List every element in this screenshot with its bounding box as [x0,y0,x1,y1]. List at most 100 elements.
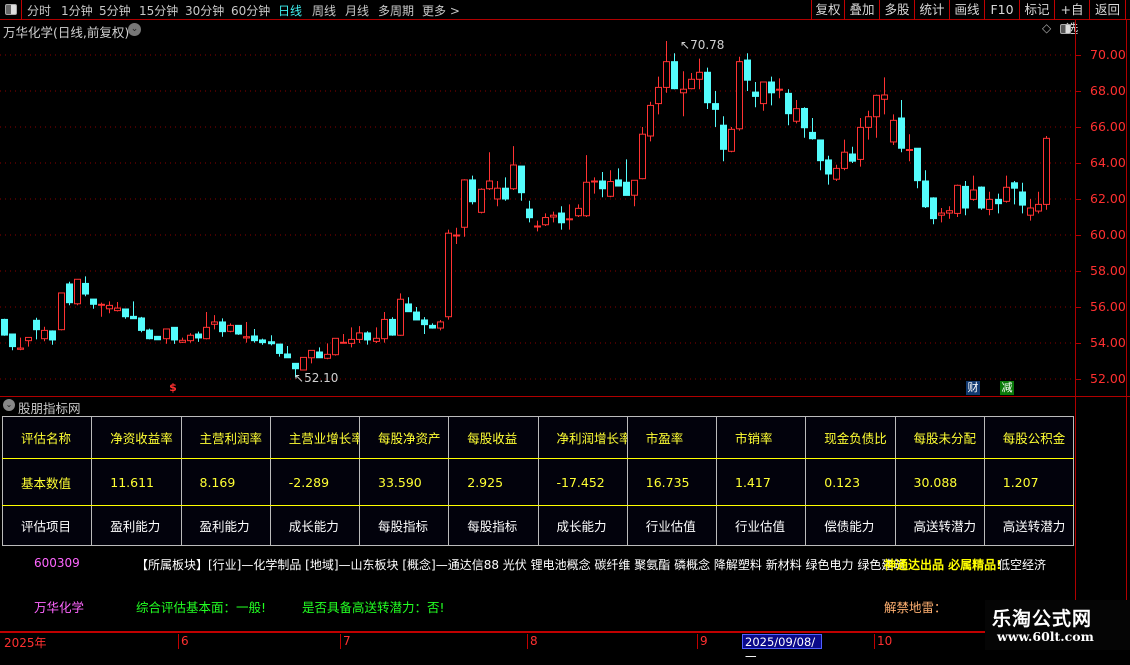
candle[interactable] [300,356,307,371]
candle[interactable] [33,317,40,340]
candle[interactable] [631,179,638,207]
candle[interactable] [486,152,493,190]
candle[interactable] [453,227,460,244]
period-tab-daily[interactable]: 日线 [278,2,302,19]
candle[interactable] [857,118,864,167]
candle[interactable] [550,211,557,223]
candle[interactable] [138,316,145,333]
overlay-button[interactable]: 叠加 [844,0,879,20]
candle[interactable] [639,127,646,180]
candle[interactable] [381,312,388,343]
candle[interactable] [881,77,888,115]
chevron-down-icon[interactable]: ⌄ [3,399,15,411]
candle[interactable] [922,170,929,208]
candle[interactable] [583,155,590,217]
candle[interactable] [696,58,703,90]
candle[interactable] [704,67,711,109]
candle[interactable] [373,327,380,343]
candle[interactable] [348,327,355,348]
candle[interactable] [575,204,582,217]
candle[interactable] [849,146,856,163]
candle[interactable] [187,333,194,343]
candle[interactable] [986,191,993,216]
candle[interactable] [728,127,735,153]
candle[interactable] [801,107,808,138]
candle[interactable] [760,81,767,111]
candle[interactable] [623,159,630,196]
period-tab-monthly[interactable]: 月线 [345,2,369,19]
candle[interactable] [82,276,89,297]
candle[interactable] [502,177,509,201]
candle[interactable] [1043,136,1050,210]
candle[interactable] [825,155,832,185]
candle[interactable] [1003,175,1010,203]
period-tab-weekly[interactable]: 周线 [312,2,336,19]
candle[interactable] [1011,181,1018,205]
candle[interactable] [445,229,452,320]
candle[interactable] [437,319,444,331]
fuquan-button[interactable]: 复权 [811,0,844,20]
candle[interactable] [251,328,258,343]
candle[interactable] [647,101,654,142]
candle[interactable] [243,321,250,343]
candle[interactable] [421,317,428,334]
candle[interactable] [469,175,476,205]
candle[interactable] [1,318,8,336]
candle[interactable] [17,337,24,351]
candle[interactable] [58,292,65,331]
candle[interactable] [154,335,161,341]
candle[interactable] [397,293,404,336]
candle[interactable] [74,278,81,306]
candle[interactable] [558,206,565,230]
candle[interactable] [25,336,32,347]
back-button[interactable]: 返回 [1089,0,1126,20]
period-tab-1min[interactable]: 1分钟 [61,2,93,19]
candle[interactable] [494,181,501,207]
candle[interactable] [680,71,687,117]
layout-toggle-icon[interactable] [0,0,22,20]
finance-marker[interactable]: 财 [966,381,980,395]
candle[interactable] [962,181,969,216]
candle[interactable] [356,326,363,343]
f10-button[interactable]: F10 [984,0,1019,20]
candle[interactable] [898,100,905,153]
candle[interactable] [276,343,283,357]
candle[interactable] [970,175,977,201]
candle[interactable] [219,318,226,337]
more-periods-button[interactable]: 更多 > [422,2,460,19]
period-tab-fenshi[interactable]: 分时 [27,2,51,19]
candle[interactable] [599,172,606,198]
candle[interactable] [203,312,210,340]
candle[interactable] [235,324,242,335]
candle[interactable] [809,118,816,140]
candle[interactable] [906,134,913,162]
candle[interactable] [736,56,743,131]
candle[interactable] [413,307,420,321]
candle[interactable] [179,337,186,343]
candle[interactable] [534,220,541,232]
candle[interactable] [9,333,16,351]
candle[interactable] [930,197,937,225]
dollar-marker[interactable]: $ [166,381,180,395]
candle[interactable] [768,76,775,106]
candle[interactable] [954,184,961,217]
candle[interactable] [946,206,953,219]
period-tab-15min[interactable]: 15分钟 [139,2,178,19]
candle[interactable] [526,200,533,223]
candle[interactable] [324,343,331,360]
time-axis[interactable]: 2025年 6 7 8 9 2025/09/08/一 10 [0,631,985,664]
candle[interactable] [793,100,800,124]
candle[interactable] [890,114,897,145]
add-watchlist-button[interactable]: +自选 [1054,0,1089,36]
candle[interactable] [106,301,113,314]
candle[interactable] [98,302,105,317]
candle[interactable] [461,179,468,237]
statistics-button[interactable]: 统计 [914,0,949,20]
candle[interactable] [655,76,662,115]
candle[interactable] [308,349,315,364]
reduce-holding-marker[interactable]: 减 [1000,381,1014,395]
candle[interactable] [817,139,824,171]
period-tab-60min[interactable]: 60分钟 [231,2,270,19]
candle[interactable] [478,188,485,214]
period-tab-multi[interactable]: 多周期 [378,2,414,19]
